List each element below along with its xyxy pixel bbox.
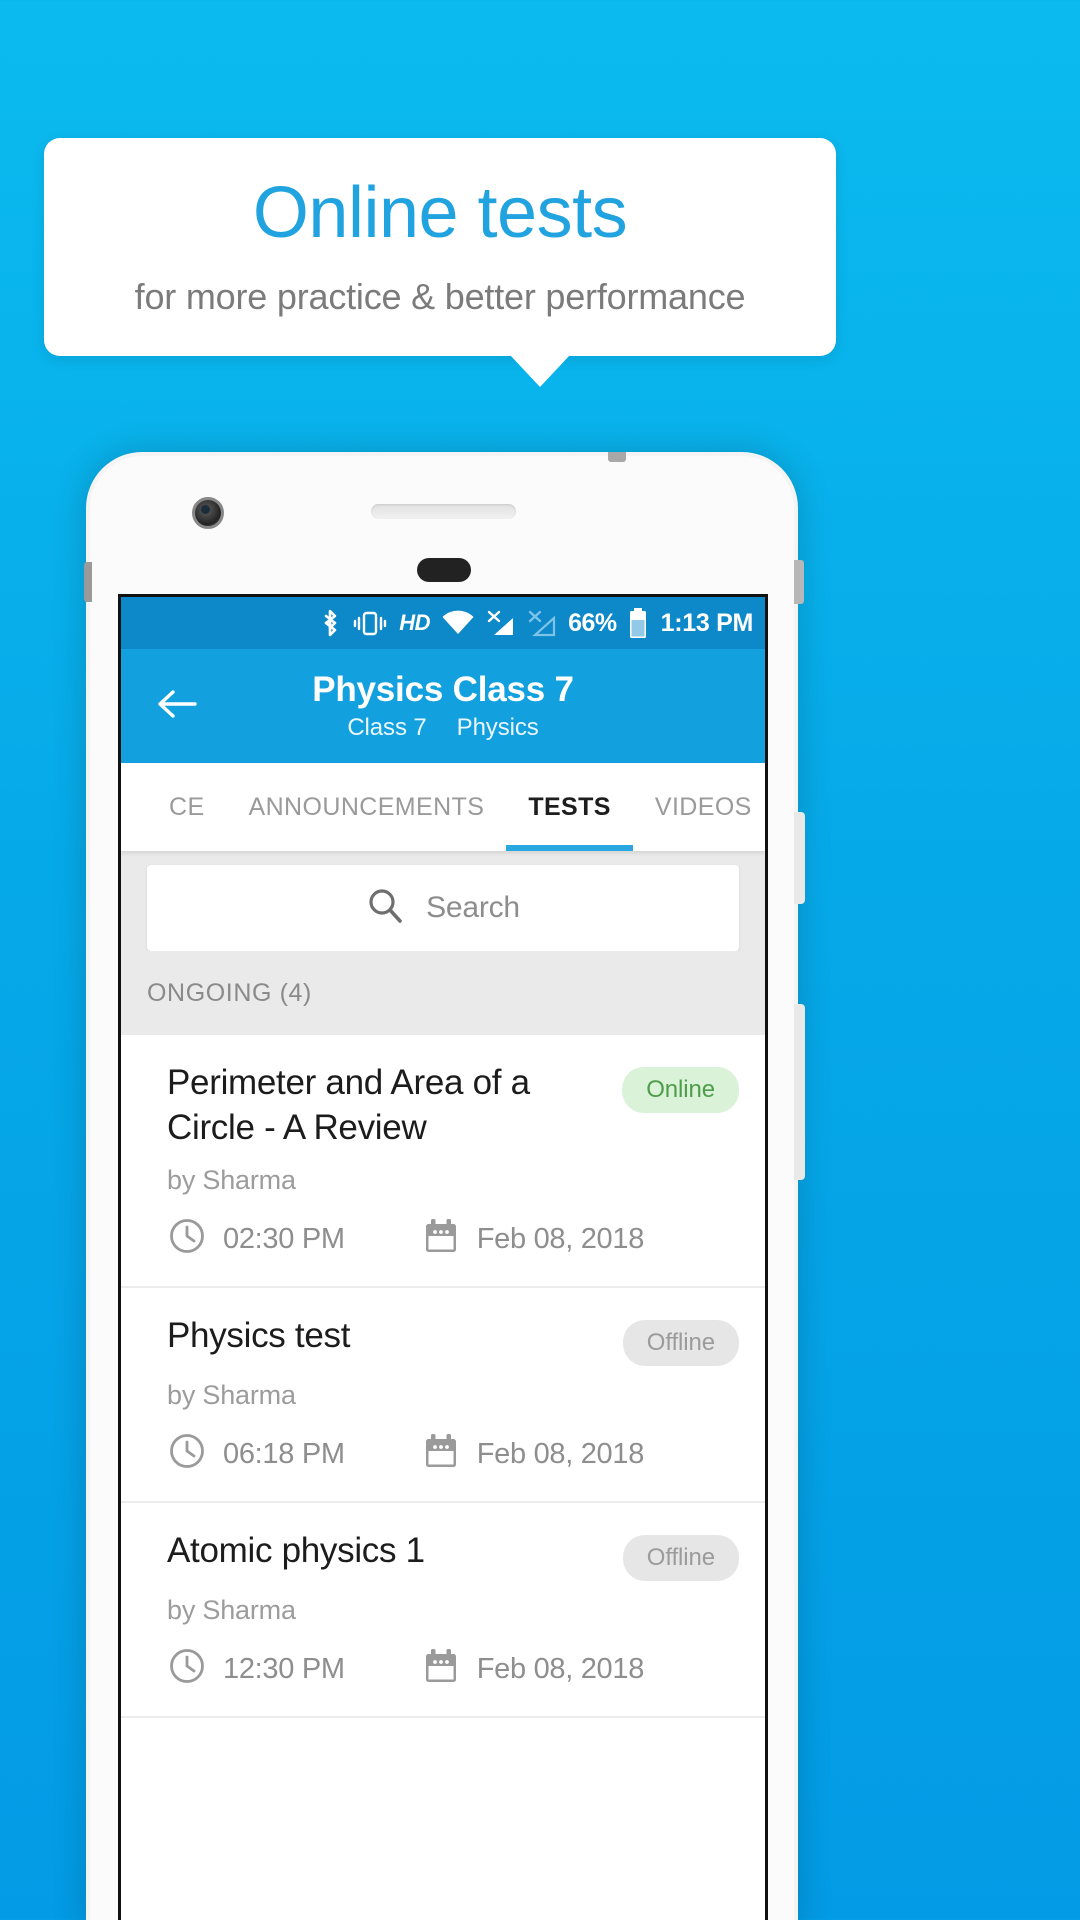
test-author: by Sharma bbox=[167, 1164, 296, 1195]
test-header-row: Perimeter and Area of a Circle - A Revie… bbox=[167, 1061, 739, 1151]
test-date: Feb 08, 2018 bbox=[421, 1431, 644, 1479]
phone-power-button bbox=[794, 560, 804, 604]
breadcrumb-class: Class 7 bbox=[347, 713, 427, 741]
search-placeholder: Search bbox=[426, 891, 520, 924]
test-title: Atomic physics 1 bbox=[167, 1530, 425, 1570]
tab-ce[interactable]: CE bbox=[147, 763, 227, 851]
status-badge: Offline bbox=[622, 1534, 739, 1581]
test-time: 06:18 PM bbox=[167, 1431, 345, 1479]
test-date: Feb 08, 2018 bbox=[421, 1646, 644, 1694]
tests-list: Perimeter and Area of a Circle - A Revie… bbox=[121, 1035, 765, 1718]
back-arrow-icon bbox=[155, 686, 199, 727]
vibrate-icon bbox=[352, 608, 388, 638]
wifi-icon bbox=[441, 610, 475, 636]
breadcrumb-subject: Physics bbox=[456, 713, 539, 741]
tab-announcements[interactable]: ANNOUNCEMENTS bbox=[227, 763, 507, 851]
signal-no-service-icon bbox=[527, 609, 557, 637]
clock-icon bbox=[167, 1646, 207, 1694]
test-author: by Sharma bbox=[167, 1379, 296, 1410]
app-bar-titles: Physics Class 7 Class 7 Physics bbox=[121, 670, 765, 741]
breadcrumb: Class 7 Physics bbox=[121, 714, 765, 742]
phone-screen: HD 66% 1:13 PM Physics Class 7 Class 7 Ph… bbox=[118, 594, 768, 1920]
status-bar-clock: 1:13 PM bbox=[660, 608, 754, 637]
list-item[interactable]: Perimeter and Area of a Circle - A Revie… bbox=[121, 1035, 765, 1288]
test-header-row: Atomic physics 1 Offline bbox=[167, 1529, 739, 1581]
page-title: Physics Class 7 bbox=[312, 670, 574, 710]
test-time-label: 06:18 PM bbox=[223, 1438, 345, 1471]
bluetooth-icon bbox=[321, 608, 341, 638]
status-bar: HD 66% 1:13 PM bbox=[121, 597, 765, 649]
section-header-ongoing: ONGOING (4) bbox=[121, 951, 765, 1035]
clock-icon bbox=[167, 1216, 207, 1264]
test-date-label: Feb 08, 2018 bbox=[476, 1653, 645, 1686]
proximity-sensor bbox=[417, 558, 471, 582]
test-date: Feb 08, 2018 bbox=[421, 1216, 644, 1264]
signal-no-service-icon bbox=[486, 609, 516, 637]
clock-icon bbox=[167, 1431, 207, 1479]
status-badge: Online bbox=[622, 1067, 739, 1113]
front-camera-icon bbox=[192, 497, 224, 529]
list-item[interactable]: Physics test Offline by Sharma 06:18 PM … bbox=[121, 1288, 765, 1503]
search-icon bbox=[366, 887, 404, 930]
test-title: Physics test bbox=[167, 1315, 351, 1355]
test-time: 12:30 PM bbox=[167, 1646, 345, 1694]
earpiece-speaker bbox=[371, 504, 516, 519]
hd-indicator: HD bbox=[399, 610, 431, 635]
list-item[interactable]: Atomic physics 1 Offline by Sharma 12:30… bbox=[121, 1503, 765, 1718]
test-time-label: 02:30 PM bbox=[223, 1223, 345, 1256]
phone-volume-down-button bbox=[794, 1004, 805, 1180]
test-header-row: Physics test Offline bbox=[167, 1314, 739, 1366]
phone-antenna-nub bbox=[608, 452, 626, 462]
tab-videos[interactable]: VIDEOS bbox=[633, 763, 765, 851]
phone-volume-up-button bbox=[794, 812, 805, 904]
calendar-icon bbox=[421, 1431, 461, 1479]
test-author: by Sharma bbox=[167, 1594, 296, 1625]
battery-icon bbox=[628, 607, 648, 639]
test-title: Perimeter and Area of a Circle - A Revie… bbox=[167, 1063, 530, 1147]
phone-left-button bbox=[84, 562, 92, 602]
search-section: Search bbox=[121, 851, 765, 951]
promo-title: Online tests bbox=[252, 173, 628, 254]
test-time-label: 12:30 PM bbox=[223, 1653, 345, 1686]
app-bar: Physics Class 7 Class 7 Physics bbox=[121, 649, 765, 763]
status-badge: Offline bbox=[622, 1319, 739, 1366]
promo-subtitle: for more practice & better performance bbox=[134, 275, 746, 317]
tab-tests[interactable]: TESTS bbox=[506, 763, 633, 851]
test-meta-row: 06:18 PM Feb 08, 2018 bbox=[167, 1431, 739, 1479]
calendar-icon bbox=[421, 1216, 461, 1264]
test-date-label: Feb 08, 2018 bbox=[476, 1438, 645, 1471]
calendar-icon bbox=[421, 1646, 461, 1694]
test-meta-row: 12:30 PM Feb 08, 2018 bbox=[167, 1646, 739, 1694]
test-time: 02:30 PM bbox=[167, 1216, 345, 1264]
back-button[interactable] bbox=[149, 678, 205, 734]
promo-callout: Online tests for more practice & better … bbox=[44, 138, 836, 356]
test-date-label: Feb 08, 2018 bbox=[476, 1223, 645, 1256]
tab-bar: CE ANNOUNCEMENTS TESTS VIDEOS bbox=[121, 763, 765, 851]
search-input[interactable]: Search bbox=[147, 865, 739, 951]
test-meta-row: 02:30 PM Feb 08, 2018 bbox=[167, 1216, 739, 1264]
promo-callout-tail bbox=[510, 355, 570, 387]
battery-percent-label: 66% bbox=[568, 608, 617, 637]
